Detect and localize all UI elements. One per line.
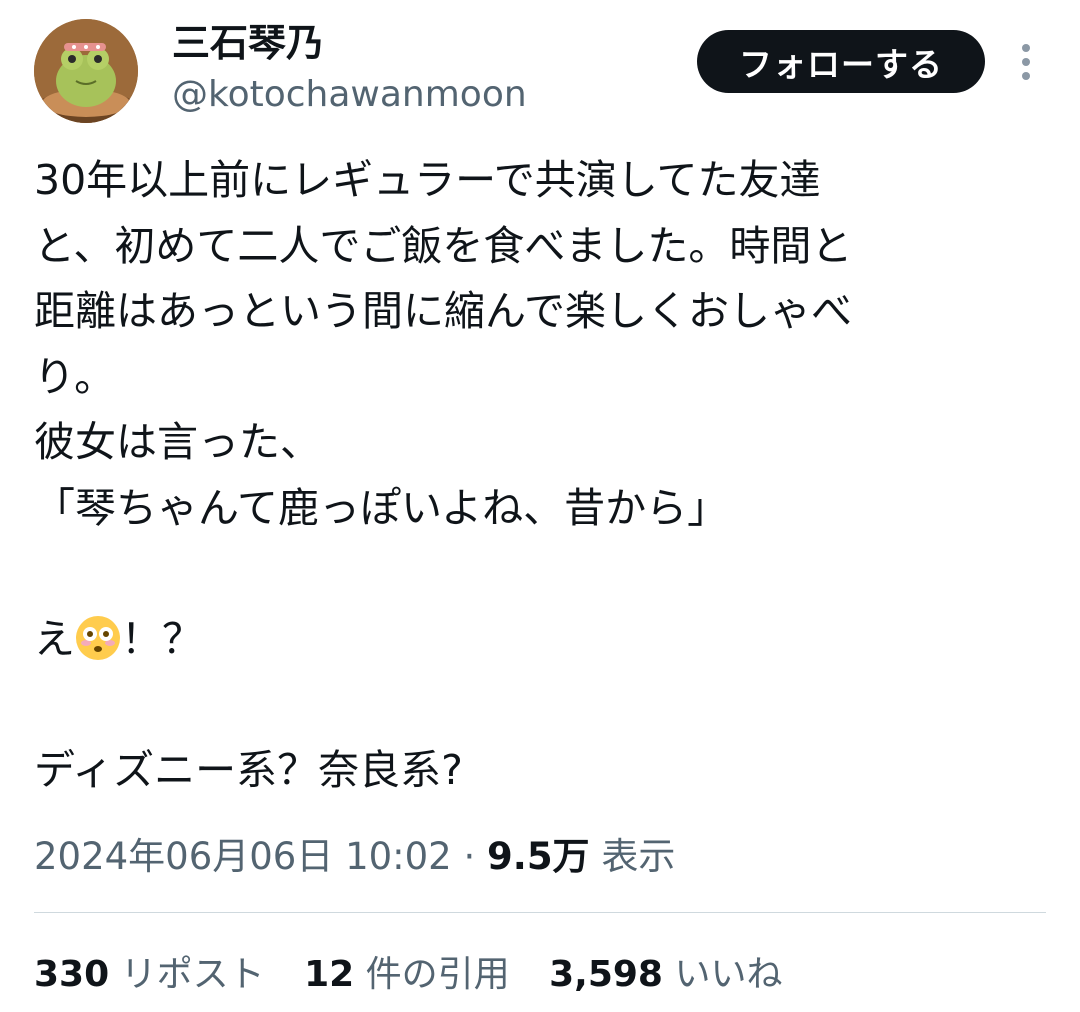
tweet-line: 距離はあっという間に縮んで楽しくおしゃべ bbox=[34, 287, 852, 335]
display-name[interactable]: 三石琴乃 bbox=[172, 17, 324, 69]
tweet-text: 30年以上前にレギュラーで共演してた友達 と、初めて二人でご飯を食べました。時間… bbox=[34, 148, 1044, 803]
flushed-face-emoji-icon bbox=[75, 615, 121, 661]
views-label: 表示 bbox=[601, 835, 676, 878]
tweet-line bbox=[34, 541, 1044, 607]
tweet-line: 「琴ちゃんて鹿っぽいよね、昔から」 bbox=[34, 483, 729, 532]
likes-count: 3,598 bbox=[549, 954, 663, 995]
meta-separator: · bbox=[463, 835, 476, 878]
tweet-line-emoji: え ！？ bbox=[34, 607, 1044, 673]
quotes-count: 12 bbox=[304, 954, 355, 995]
follow-button[interactable]: フォローする bbox=[697, 30, 985, 93]
views-count: 9.5万 bbox=[487, 835, 590, 878]
engagement-stats: 330 リポスト 12 件の引用 3,598 いいね bbox=[34, 950, 810, 1000]
likes-stat[interactable]: 3,598 いいね bbox=[549, 950, 782, 1000]
timestamp-link[interactable]: 2024年06月06日 10:02 bbox=[34, 835, 452, 878]
tweet-meta: 2024年06月06日 10:02 · 9.5万 表示 bbox=[34, 832, 675, 882]
tweet-line: と、初めて二人でご飯を食べました。時間と bbox=[34, 221, 853, 270]
reposts-stat[interactable]: 330 リポスト bbox=[34, 950, 265, 1000]
reposts-count: 330 bbox=[34, 954, 110, 995]
quotes-label: 件の引用 bbox=[365, 954, 510, 995]
tweet-line bbox=[34, 672, 1044, 738]
avatar[interactable] bbox=[34, 19, 138, 123]
quotes-stat[interactable]: 12 件の引用 bbox=[304, 950, 510, 1000]
tweet-line-text: ！？ bbox=[121, 614, 203, 663]
tweet-line: 30年以上前にレギュラーで共演してた友達 bbox=[34, 156, 821, 204]
user-handle[interactable]: @kotochawanmoon bbox=[172, 70, 527, 120]
divider bbox=[34, 912, 1046, 913]
more-vertical-icon[interactable] bbox=[1012, 40, 1040, 84]
tweet-line-text: え bbox=[34, 614, 75, 663]
frog-plush-avatar-icon bbox=[34, 19, 138, 123]
likes-label: いいね bbox=[674, 954, 783, 995]
tweet-line: 彼女は言った、 bbox=[34, 418, 321, 466]
tweet-line: ディズニー系？奈良系? bbox=[34, 745, 463, 794]
tweet-line: り。 bbox=[34, 352, 116, 401]
reposts-label: リポスト bbox=[120, 954, 265, 995]
